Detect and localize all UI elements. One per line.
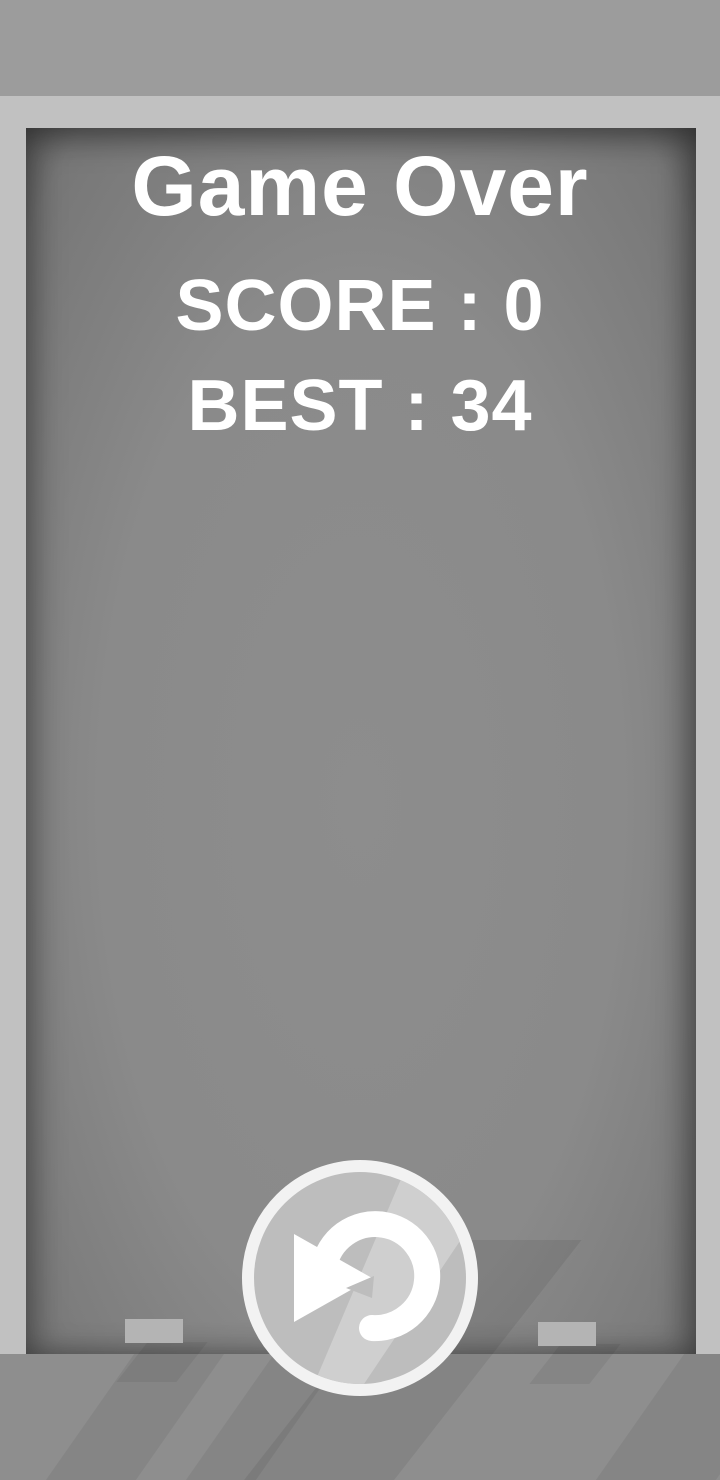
best-score-label: BEST : 34 — [187, 366, 533, 446]
score-label: SCORE : 0 — [175, 266, 545, 346]
floor-peg-right — [538, 1322, 596, 1346]
frame-top-wall — [0, 96, 720, 128]
replay-button[interactable] — [242, 1160, 478, 1396]
floor-peg-left — [125, 1319, 183, 1343]
game-over-screen: Game Over SCORE : 0 BEST : 34 — [0, 0, 720, 1480]
game-over-title: Game Over — [131, 139, 589, 233]
replay-icon — [294, 1172, 466, 1384]
top-bar — [0, 0, 720, 96]
